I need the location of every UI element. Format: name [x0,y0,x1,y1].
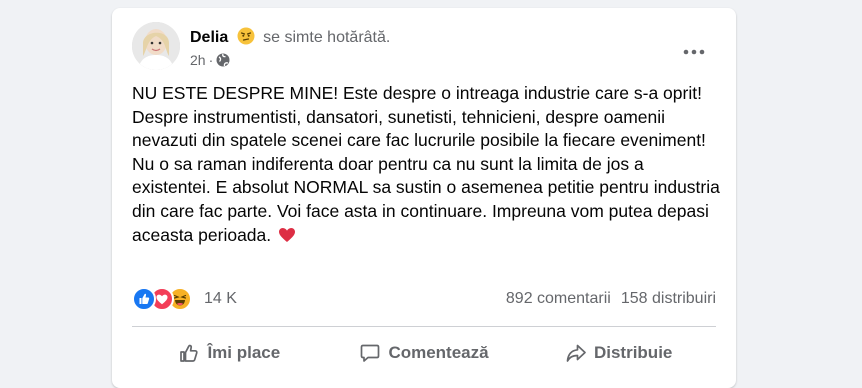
more-options-button[interactable] [676,38,712,66]
post-card: Delia se simte hotărâtă. 2h · NU ESTE DE… [112,8,736,388]
post-paragraph-2-text: Nu o sa raman indiferenta doar pentru ca… [132,153,720,245]
comment-icon [359,342,381,364]
determined-face-icon [237,27,255,45]
post-paragraph-1: NU ESTE DESPRE MINE! Este despre o intre… [132,83,706,151]
divider [132,326,716,327]
meta-separator: · [208,52,214,68]
like-button[interactable]: Îmi place [132,334,327,372]
engagement-counts: 892 comentarii 158 distribuiri [506,290,716,308]
comments-count[interactable]: 892 comentarii [506,290,611,308]
author-avatar[interactable] [132,22,180,70]
more-horizontal-icon [683,49,705,55]
share-button[interactable]: Distribuie [521,334,716,372]
like-label: Îmi place [207,343,281,362]
like-reaction-icon [132,287,156,311]
reaction-icons[interactable] [132,287,192,311]
reactions-count[interactable]: 14 K [204,290,237,308]
thumbs-up-icon [178,342,200,364]
red-heart-icon [278,226,296,244]
shares-count[interactable]: 158 distribuiri [621,290,716,308]
globe-icon [216,53,230,67]
post-meta: 2h · [190,52,230,68]
share-icon [565,342,587,364]
post-time[interactable]: 2h [190,52,206,68]
comment-label: Comentează [388,343,489,362]
feeling-text: se simte hotărâtă. [263,29,391,46]
post-header: Delia se simte hotărâtă. 2h · [132,22,720,74]
comment-button[interactable]: Comentează [327,334,522,372]
share-label: Distribuie [593,343,673,362]
post-text: NU ESTE DESPRE MINE! Este despre o intre… [132,82,722,247]
author-line: Delia se simte hotărâtă. [190,27,390,47]
post-paragraph-2: Nu o sa raman indiferenta doar pentru ca… [132,153,722,247]
reactions-bar: 14 K 892 comentarii 158 distribuiri [132,287,716,311]
post-actions: Îmi place Comentează Distribuie [132,334,716,372]
author-name[interactable]: Delia [190,29,228,46]
